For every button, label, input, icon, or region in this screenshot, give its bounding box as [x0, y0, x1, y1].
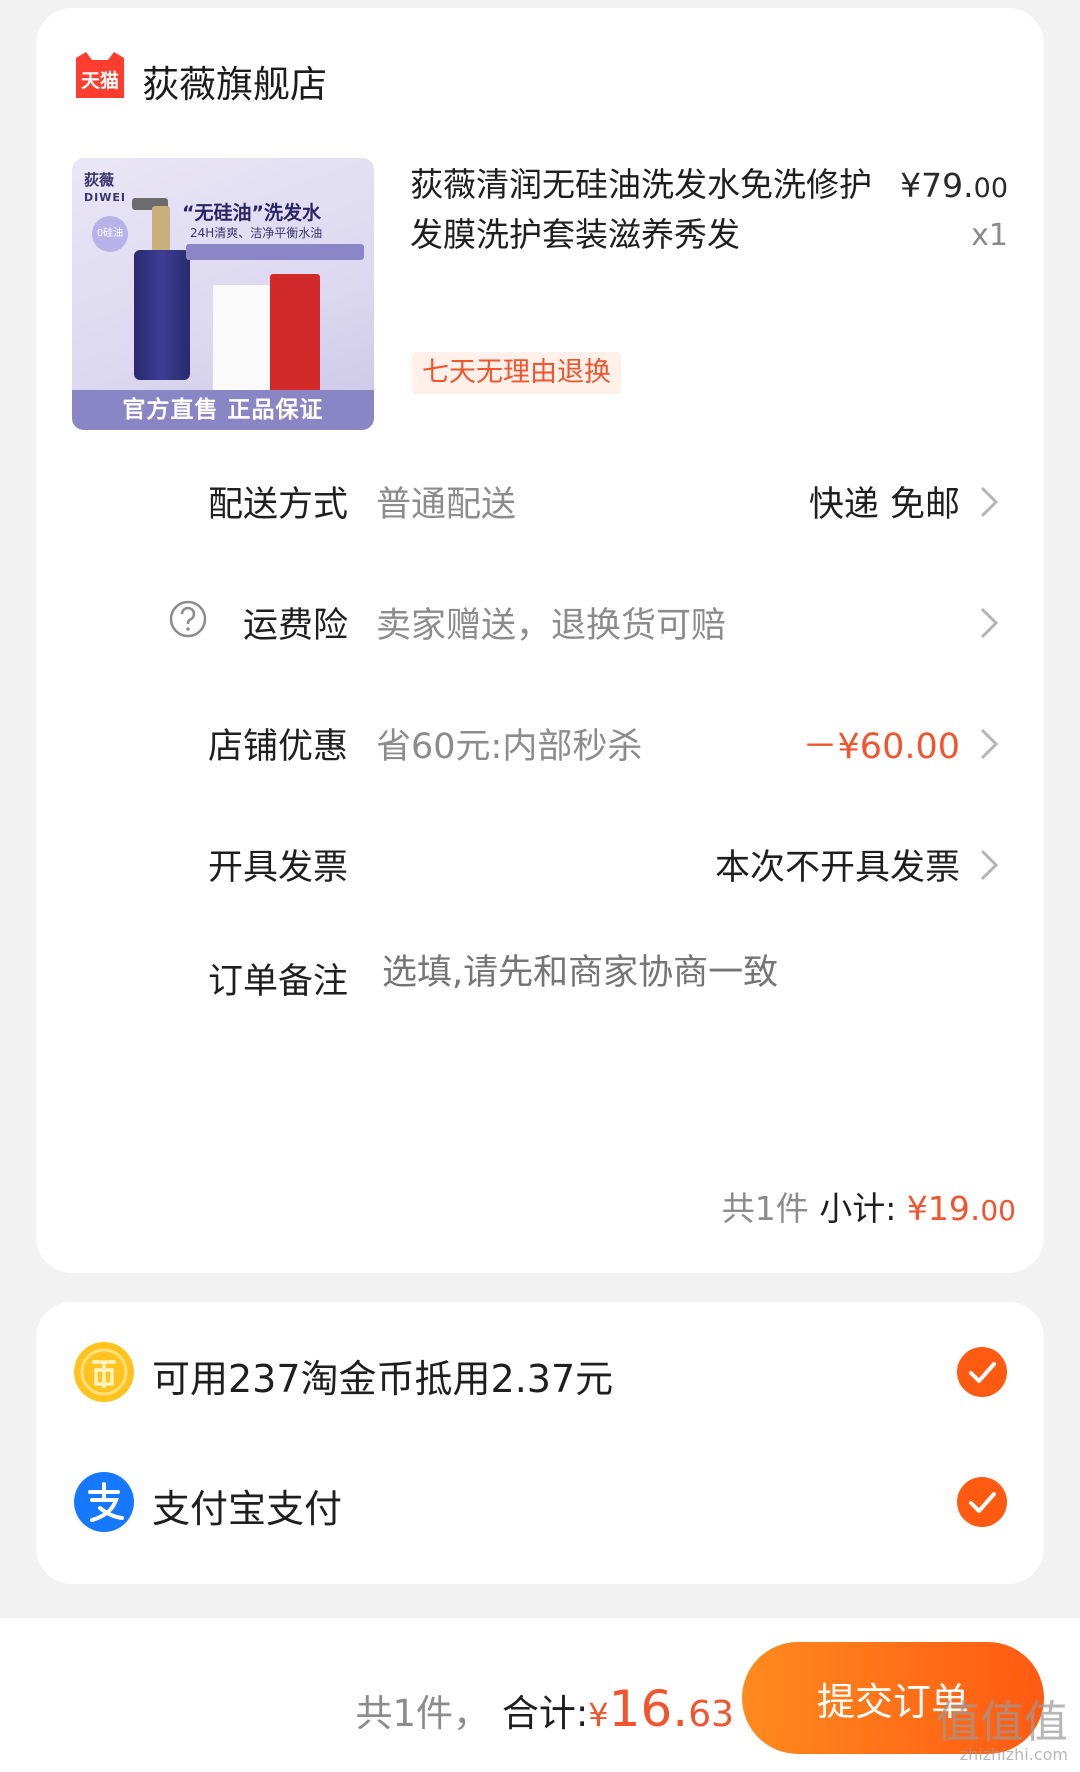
return-policy-tag: 七天无理由退换 — [412, 352, 621, 394]
sachet-red-shape — [270, 274, 320, 394]
invoice-row[interactable]: 开具发票 本次不开具发票 — [36, 831, 1044, 891]
subtotal-amount-dec: 00 — [980, 1194, 1016, 1227]
subtotal: 共1件 小计: ¥19.00 — [722, 1182, 1016, 1230]
checkout-bar: 共1件， 合计:¥16.63 提交订单 值值值 zhizhizhi.com — [0, 1618, 1080, 1772]
total-currency: ¥ — [588, 1696, 609, 1734]
product-image-brand: 荻薇 DIWEI — [84, 172, 126, 206]
question-icon[interactable] — [168, 599, 208, 639]
store-discount-amount: －¥60.00 — [802, 727, 960, 767]
product-image-badge: 0硅油 — [92, 216, 128, 252]
store-name[interactable]: 荻薇旗舰店 — [142, 54, 327, 108]
product-image[interactable]: 荻薇 DIWEI 0硅油 “无硅油”洗发水 24H清爽、洁净平衡水油 官方直售 … — [72, 158, 374, 430]
delivery-label: 配送方式 — [207, 485, 348, 525]
total-amount-int: 16. — [608, 1680, 689, 1738]
insurance-label: 运费险 — [242, 606, 348, 646]
product-image-brand-cn: 荻薇 — [84, 171, 115, 189]
store-discount-value: 省60元:内部秒杀 — [376, 727, 643, 767]
subtotal-count: 共1件 — [721, 1189, 809, 1228]
product-image-headline: “无硅油”洗发水 — [182, 202, 321, 224]
watermark: 值值值 zhizhizhi.com — [936, 1700, 1068, 1764]
product-price-dec: 00 — [973, 173, 1008, 204]
tmall-icon: 天猫 — [72, 52, 128, 98]
order-total: 共1件， 合计:¥16.63 — [356, 1680, 734, 1738]
product-image-subline: 24H清爽、洁净平衡水油 — [190, 226, 323, 240]
bottle-neck-shape — [152, 206, 170, 254]
alipay-icon — [74, 1472, 134, 1532]
product-image-brand-en: DIWEI — [84, 191, 126, 204]
order-note-input[interactable] — [382, 947, 1002, 999]
invoice-label: 开具发票 — [207, 848, 348, 888]
checked-circle-icon[interactable] — [956, 1346, 1008, 1398]
insurance-value: 卖家赠送，退换货可赔 — [376, 606, 727, 646]
total-label: 合计: — [501, 1692, 589, 1735]
product-price: ¥79.00 — [900, 166, 1008, 205]
invoice-value: 本次不开具发票 — [714, 848, 960, 888]
bottle-shape — [134, 250, 190, 380]
store-discount-label: 店铺优惠 — [207, 727, 348, 767]
product-price-int: ¥79. — [900, 166, 974, 205]
delivery-right: 快递 免邮 — [808, 485, 960, 525]
order-note-row: 订单备注 — [36, 945, 1044, 1005]
subtotal-amount-int: ¥19. — [906, 1189, 981, 1228]
chevron-right-icon — [980, 849, 999, 881]
payment-card: 可用237淘金币抵用2.37元 支付宝支付 — [36, 1302, 1044, 1584]
product-title[interactable]: 荻薇清润无硅油洗发水免洗修护发膜洗护套装滋养秀发 — [410, 160, 890, 260]
watermark-url: zhizhizhi.com — [959, 1745, 1068, 1764]
watermark-text: 值值值 — [936, 1697, 1068, 1748]
chevron-right-icon — [980, 728, 999, 760]
store-order-card: 天猫 荻薇旗舰店 荻薇 DIWEI 0硅油 “无硅油”洗发水 24H清爽、洁净平… — [36, 8, 1044, 1273]
subtotal-amount: ¥19.00 — [907, 1189, 1016, 1228]
order-note-label: 订单备注 — [207, 962, 348, 1002]
alipay-row[interactable]: 支付宝支付 — [36, 1462, 1044, 1542]
subtotal-label: 小计: — [819, 1189, 897, 1228]
product-image-stripe — [186, 244, 364, 260]
store-discount-row[interactable]: 店铺优惠 省60元:内部秒杀 －¥60.00 — [36, 710, 1044, 770]
chevron-right-icon — [980, 486, 999, 518]
coin-icon — [74, 1342, 134, 1402]
product-quantity: x1 — [971, 218, 1008, 253]
delivery-value: 普通配送 — [376, 485, 517, 525]
taobao-coins-label: 可用237淘金币抵用2.37元 — [152, 1357, 614, 1401]
delivery-row[interactable]: 配送方式 普通配送 快递 免邮 — [36, 468, 1044, 528]
taobao-coins-row[interactable]: 可用237淘金币抵用2.37元 — [36, 1332, 1044, 1412]
checked-circle-icon[interactable] — [956, 1476, 1008, 1528]
alipay-label: 支付宝支付 — [152, 1487, 343, 1531]
total-count: 共1件， — [355, 1692, 491, 1735]
total-amount-dec: 63 — [688, 1694, 734, 1735]
shipping-insurance-row[interactable]: 运费险 卖家赠送，退换货可赔 — [36, 589, 1044, 649]
product-image-banner: 官方直售 正品保证 — [72, 390, 374, 430]
chevron-right-icon — [980, 607, 999, 639]
tmall-badge-text: 天猫 — [80, 70, 119, 92]
